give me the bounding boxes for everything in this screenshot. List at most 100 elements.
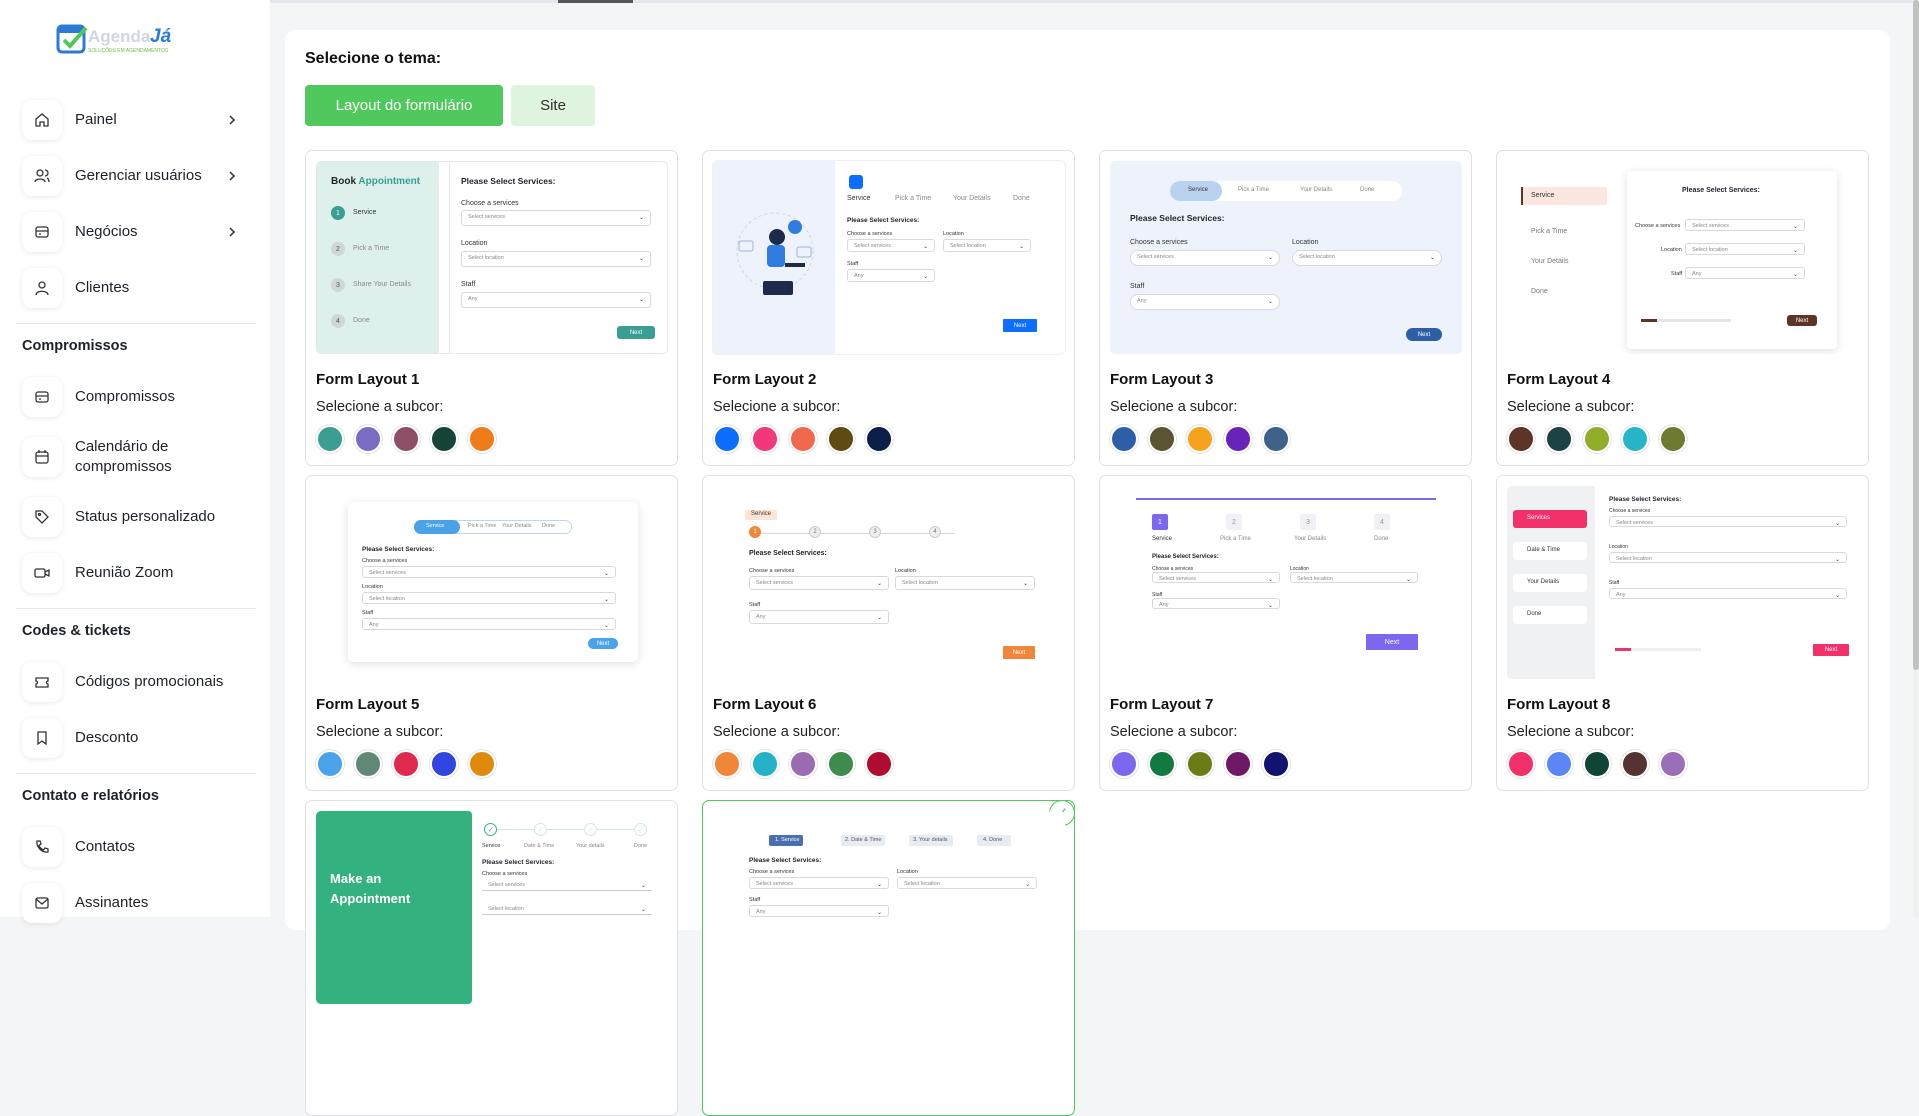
subcolor-swatch[interactable]: [713, 425, 741, 453]
layout-card-7[interactable]: 1 2 3 4 Service Pick a Time Your Details…: [1099, 475, 1472, 791]
subcolor-swatch[interactable]: [1110, 750, 1138, 778]
sidebar-item-label: Painel: [75, 111, 117, 128]
sidebar-item-custom-status[interactable]: Status personalizado: [16, 496, 256, 538]
layout-preview: Services Date & Time Your Details Done P…: [1507, 486, 1859, 679]
subcolor-swatch[interactable]: [827, 425, 855, 453]
layout-card-9[interactable]: Make an Appointment ✓ ✓ ✓ ✓ Service Date…: [305, 800, 678, 1116]
subcolor-swatch[interactable]: [751, 425, 779, 453]
users-icon: [22, 156, 62, 196]
svg-text:Já: Já: [150, 26, 172, 47]
subcolor-swatch[interactable]: [789, 425, 817, 453]
scrollbar-thumb[interactable]: [1913, 0, 1919, 670]
swatch-row: [713, 750, 903, 778]
sidebar-item-label: Códigos promocionais: [75, 673, 224, 690]
app-logo[interactable]: Agenda Já SOLUÇÕES EM AGENDAMENTOS: [56, 22, 206, 62]
layout-preview: Make an Appointment ✓ ✓ ✓ ✓ Service Date…: [316, 811, 668, 1004]
subcolor-swatch[interactable]: [1224, 750, 1252, 778]
subcolor-swatch[interactable]: [1545, 425, 1573, 453]
subcolor-swatch[interactable]: [1659, 425, 1687, 453]
subcolor-swatch[interactable]: [316, 425, 344, 453]
layout-card-8[interactable]: Services Date & Time Your Details Done P…: [1496, 475, 1869, 791]
subcolor-swatch[interactable]: [392, 750, 420, 778]
subcolor-swatch[interactable]: [1262, 750, 1290, 778]
subcolor-swatch[interactable]: [827, 750, 855, 778]
sidebar-item-subscribers[interactable]: Assinantes: [16, 882, 256, 924]
sidebar-item-appointments[interactable]: Compromissos: [16, 376, 256, 418]
subcolor-swatch[interactable]: [430, 425, 458, 453]
chevron-right-icon: [228, 113, 236, 131]
layout-name: Form Layout 4: [1507, 371, 1611, 388]
sidebar-item-painel[interactable]: Painel: [16, 99, 256, 141]
subcolor-swatch[interactable]: [1583, 750, 1611, 778]
sidebar-item-label: Contatos: [75, 838, 136, 855]
subcolor-swatch[interactable]: [1186, 750, 1214, 778]
section-title: Compromissos: [22, 338, 128, 354]
subcolor-swatch[interactable]: [392, 425, 420, 453]
layout-preview: Service 1 2 3 4 Please Select Services: …: [713, 486, 1065, 679]
layout-card-6[interactable]: Service 1 2 3 4 Please Select Services: …: [702, 475, 1075, 791]
layout-name: Form Layout 3: [1110, 371, 1214, 388]
subcolor-swatch[interactable]: [1262, 425, 1290, 453]
subcolor-swatch[interactable]: [354, 750, 382, 778]
divider: [16, 608, 256, 609]
subcolor-swatch[interactable]: [1507, 750, 1535, 778]
subcolor-swatch[interactable]: [1621, 750, 1649, 778]
tab-site[interactable]: Site: [511, 85, 595, 126]
subcolor-swatch[interactable]: [430, 750, 458, 778]
user-icon: [22, 268, 62, 308]
layout-preview: 1. Service 2. Date & Time 3. Your detail…: [713, 811, 1065, 1004]
subcolor-swatch[interactable]: [1148, 750, 1176, 778]
subcolor-swatch[interactable]: [354, 425, 382, 453]
subcolor-swatch[interactable]: [1507, 425, 1535, 453]
subcolor-swatch[interactable]: [751, 750, 779, 778]
layout-name: Form Layout 1: [316, 371, 420, 388]
subcolor-swatch[interactable]: [1224, 425, 1252, 453]
subcolor-swatch[interactable]: [1110, 425, 1138, 453]
sidebar-item-label: Gerenciar usuários: [75, 167, 202, 184]
sidebar-item-business[interactable]: Negócios: [16, 211, 256, 253]
subcolor-label: Selecione a subcor:: [713, 399, 841, 415]
chevron-right-icon: [228, 225, 236, 243]
layout-preview: Book Appointment 1 Service 2 Pick a Time 3…: [316, 161, 668, 354]
divider: [16, 773, 256, 774]
layout-card-1[interactable]: Book Appointment 1 Service 2 Pick a Time 3…: [305, 150, 678, 466]
theme-title: Selecione o tema:: [305, 50, 442, 67]
page-scrollbar[interactable]: [1913, 0, 1919, 917]
subcolor-swatch[interactable]: [1148, 425, 1176, 453]
sidebar-item-contacts[interactable]: Contatos: [16, 826, 256, 868]
sidebar-item-label: Negócios: [75, 223, 138, 240]
subcolor-swatch[interactable]: [713, 750, 741, 778]
subcolor-swatch[interactable]: [865, 425, 893, 453]
layout-card-4[interactable]: Service Pick a Time Your Details Done Pl…: [1496, 150, 1869, 466]
subcolor-swatch[interactable]: [1659, 750, 1687, 778]
subcolor-swatch[interactable]: [1621, 425, 1649, 453]
layout-card-2[interactable]: Service Pick a Time Your Details Done Pl…: [702, 150, 1075, 466]
layout-preview: Service Pick a Time Your Details Done Pl…: [316, 486, 668, 679]
sidebar-item-promo-codes[interactable]: Códigos promocionais: [16, 661, 256, 703]
tab-form-layout[interactable]: Layout do formulário: [305, 85, 503, 126]
subcolor-label: Selecione a subcor:: [1110, 399, 1238, 415]
layout-card-10[interactable]: ✓ 1. Service 2. Date & Time 3. Your deta…: [702, 800, 1075, 1116]
sidebar-item-label: Compromissos: [75, 388, 176, 405]
subcolor-swatch[interactable]: [1545, 750, 1573, 778]
sidebar-item-label: Assinantes: [75, 894, 149, 911]
subcolor-label: Selecione a subcor:: [316, 724, 444, 740]
sidebar-item-calendar[interactable]: Calendário de compromissos: [16, 432, 256, 482]
sidebar-nav: Painel Gerenciar usuários Negócios Clien…: [16, 99, 256, 938]
sidebar-item-clients[interactable]: Clientes: [16, 267, 256, 309]
layout-preview: Service Pick a Time Your Details Done Pl…: [1110, 161, 1462, 354]
subcolor-swatch[interactable]: [316, 750, 344, 778]
subcolor-swatch[interactable]: [468, 425, 496, 453]
subcolor-swatch[interactable]: [865, 750, 893, 778]
layout-card-5[interactable]: Service Pick a Time Your Details Done Pl…: [305, 475, 678, 791]
sidebar-item-users[interactable]: Gerenciar usuários: [16, 155, 256, 197]
subcolor-swatch[interactable]: [789, 750, 817, 778]
sidebar-item-discount[interactable]: Desconto: [16, 717, 256, 759]
tag-icon: [22, 497, 62, 537]
layout-card-3[interactable]: Service Pick a Time Your Details Done Pl…: [1099, 150, 1472, 466]
layout-preview: Service Pick a Time Your Details Done Pl…: [713, 161, 1065, 354]
subcolor-swatch[interactable]: [468, 750, 496, 778]
subcolor-swatch[interactable]: [1583, 425, 1611, 453]
sidebar-item-zoom[interactable]: Reunião Zoom: [16, 552, 256, 594]
subcolor-swatch[interactable]: [1186, 425, 1214, 453]
